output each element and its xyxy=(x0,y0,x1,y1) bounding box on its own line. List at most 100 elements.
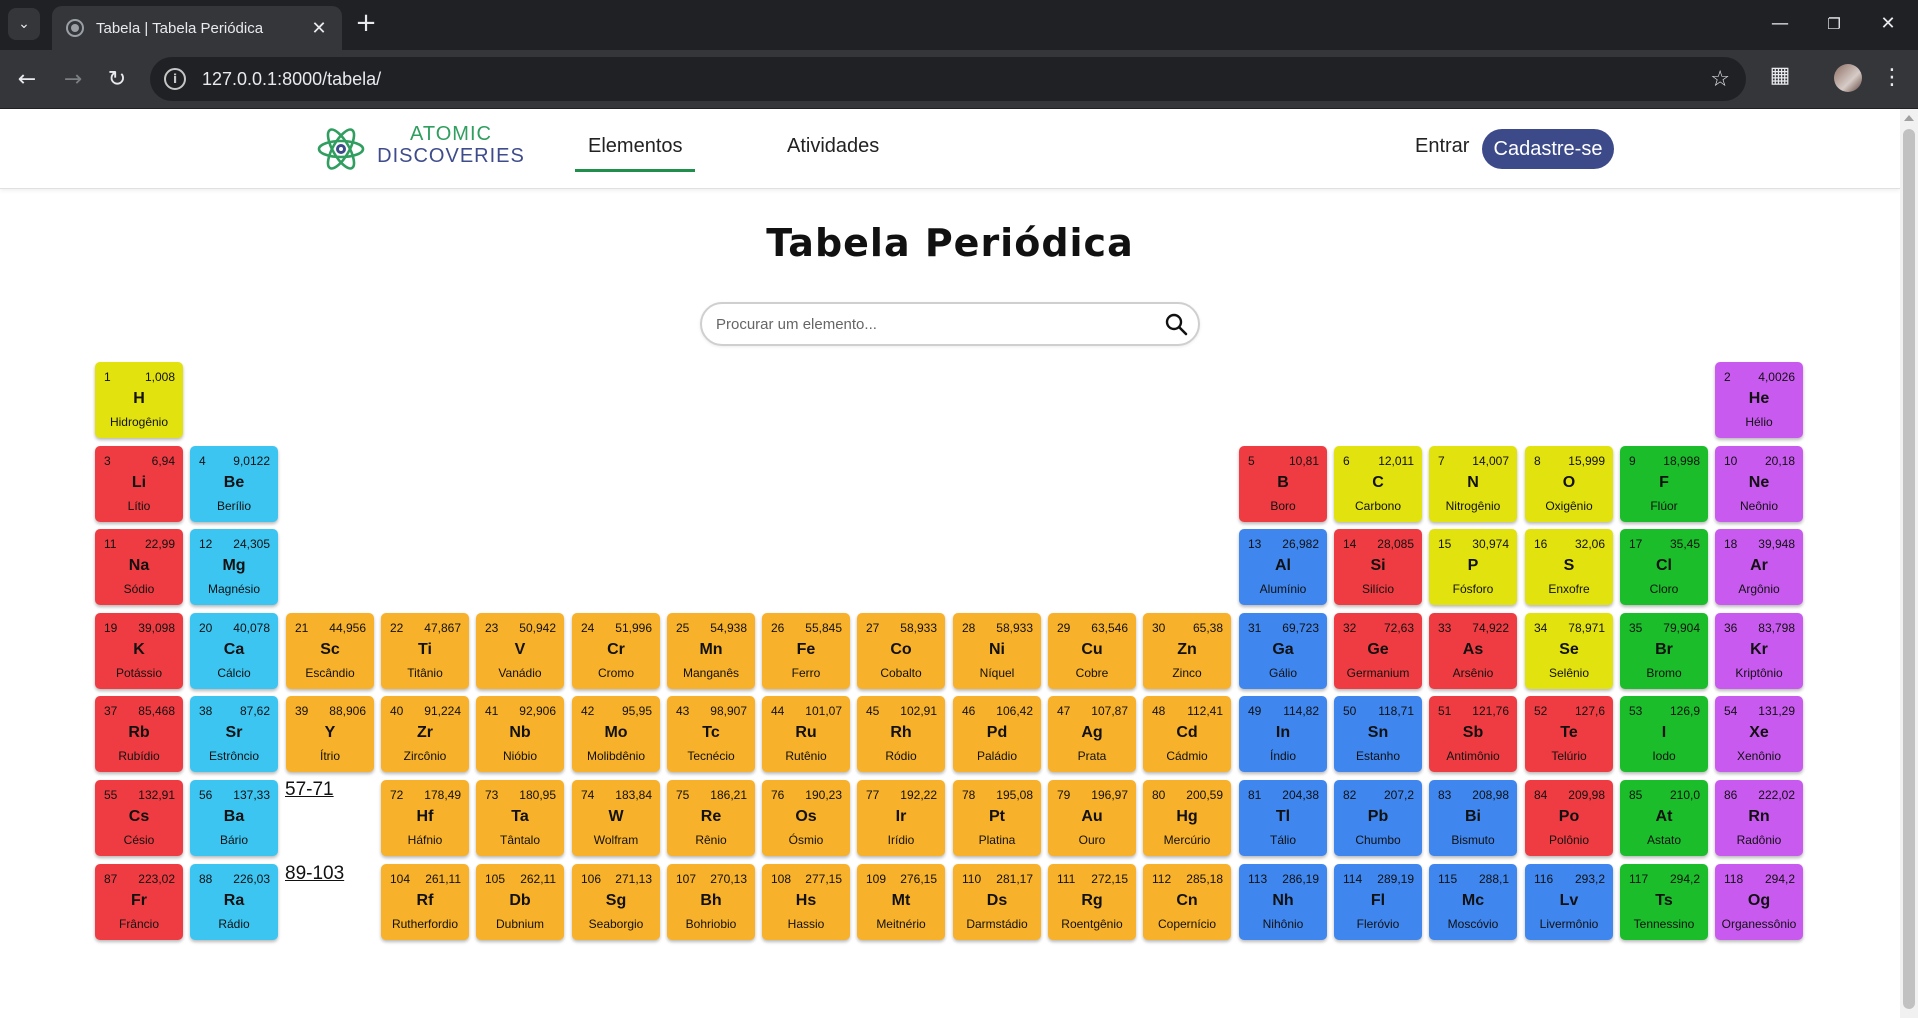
element-lv[interactable]: 116 293,2 Lv Livermônio xyxy=(1525,864,1613,940)
element-in[interactable]: 49 114,82 In Índio xyxy=(1239,696,1327,772)
element-hg[interactable]: 80 200,59 Hg Mercúrio xyxy=(1143,780,1231,856)
element-n[interactable]: 7 14,007 N Nitrogênio xyxy=(1429,446,1517,522)
element-rg[interactable]: 111 272,15 Rg Roentgênio xyxy=(1048,864,1136,940)
element-ag[interactable]: 47 107,87 Ag Prata xyxy=(1048,696,1136,772)
element-ga[interactable]: 31 69,723 Ga Gálio xyxy=(1239,613,1327,689)
element-p[interactable]: 15 30,974 P Fósforo xyxy=(1429,529,1517,605)
element-ne[interactable]: 10 20,18 Ne Neônio xyxy=(1715,446,1803,522)
element-ir[interactable]: 77 192,22 Ir Irídio xyxy=(857,780,945,856)
element-v[interactable]: 23 50,942 V Vanádio xyxy=(476,613,564,689)
element-ti[interactable]: 22 47,867 Ti Titânio xyxy=(381,613,469,689)
element-cs[interactable]: 55 132,91 Cs Césio xyxy=(95,780,183,856)
element-zr[interactable]: 40 91,224 Zr Zircônio xyxy=(381,696,469,772)
scroll-thumb[interactable] xyxy=(1903,129,1915,1009)
element-ds[interactable]: 110 281,17 Ds Darmstádio xyxy=(953,864,1041,940)
element-br[interactable]: 35 79,904 Br Bromo xyxy=(1620,613,1708,689)
actinides-link[interactable]: 89-103 xyxy=(285,863,344,885)
element-y[interactable]: 39 88,906 Y Ítrio xyxy=(286,696,374,772)
plus-icon[interactable]: + xyxy=(352,10,380,38)
element-db[interactable]: 105 262,11 Db Dubnium xyxy=(476,864,564,940)
element-au[interactable]: 79 196,97 Au Ouro xyxy=(1048,780,1136,856)
more-icon[interactable]: ⋮ xyxy=(1880,62,1904,94)
extensions-icon[interactable]: ▦ xyxy=(1766,63,1794,93)
element-sg[interactable]: 106 271,13 Sg Seaborgio xyxy=(572,864,660,940)
element-mn[interactable]: 25 54,938 Mn Manganês xyxy=(667,613,755,689)
element-nb[interactable]: 41 92,906 Nb Nióbio xyxy=(476,696,564,772)
element-h[interactable]: 1 1,008 H Hidrogênio xyxy=(95,362,183,438)
element-sb[interactable]: 51 121,76 Sb Antimônio xyxy=(1429,696,1517,772)
element-rf[interactable]: 104 261,11 Rf Rutherfordio xyxy=(381,864,469,940)
element-se[interactable]: 34 78,971 Se Selênio xyxy=(1525,613,1613,689)
element-nh[interactable]: 113 286,19 Nh Nihônio xyxy=(1239,864,1327,940)
element-tc[interactable]: 43 98,907 Tc Tecnécio xyxy=(667,696,755,772)
element-he[interactable]: 2 4,0026 He Hélio xyxy=(1715,362,1803,438)
element-cr[interactable]: 24 51,996 Cr Cromo xyxy=(572,613,660,689)
element-ta[interactable]: 73 180,95 Ta Tântalo xyxy=(476,780,564,856)
profile-avatar[interactable] xyxy=(1834,64,1862,92)
element-pb[interactable]: 82 207,2 Pb Chumbo xyxy=(1334,780,1422,856)
close-icon[interactable]: ✕ xyxy=(308,18,330,39)
element-xe[interactable]: 54 131,29 Xe Xenônio xyxy=(1715,696,1803,772)
forward-icon[interactable]: → xyxy=(56,63,90,97)
element-pt[interactable]: 78 195,08 Pt Platina xyxy=(953,780,1041,856)
reload-icon[interactable]: ↻ xyxy=(100,63,134,97)
element-ni[interactable]: 28 58,933 Ni Níquel xyxy=(953,613,1041,689)
lanthanides-link[interactable]: 57-71 xyxy=(285,779,334,801)
back-icon[interactable]: ← xyxy=(10,63,44,97)
element-as[interactable]: 33 74,922 As Arsênio xyxy=(1429,613,1517,689)
url-text[interactable]: 127.0.0.1:8000/tabela/ xyxy=(202,69,381,90)
element-sn[interactable]: 50 118,71 Sn Estanho xyxy=(1334,696,1422,772)
element-i[interactable]: 53 126,9 I Iodo xyxy=(1620,696,1708,772)
element-tl[interactable]: 81 204,38 Tl Tálio xyxy=(1239,780,1327,856)
element-cd[interactable]: 48 112,41 Cd Cádmio xyxy=(1143,696,1231,772)
element-re[interactable]: 75 186,21 Re Rênio xyxy=(667,780,755,856)
browser-tab[interactable]: Tabela | Tabela Periódica ✕ xyxy=(52,6,342,50)
element-f[interactable]: 9 18,998 F Flúor xyxy=(1620,446,1708,522)
element-ar[interactable]: 18 39,948 Ar Argônio xyxy=(1715,529,1803,605)
star-icon[interactable]: ☆ xyxy=(1710,67,1730,92)
address-bar[interactable]: i 127.0.0.1:8000/tabela/ ☆ xyxy=(150,57,1746,101)
element-fr[interactable]: 87 223,02 Fr Frâncio xyxy=(95,864,183,940)
element-rh[interactable]: 45 102,91 Rh Ródio xyxy=(857,696,945,772)
element-na[interactable]: 11 22,99 Na Sódio xyxy=(95,529,183,605)
element-bh[interactable]: 107 270,13 Bh Bohriobio xyxy=(667,864,755,940)
element-zn[interactable]: 30 65,38 Zn Zinco xyxy=(1143,613,1231,689)
element-li[interactable]: 3 6,94 Li Lítio xyxy=(95,446,183,522)
element-b[interactable]: 5 10,81 B Boro xyxy=(1239,446,1327,522)
element-rb[interactable]: 37 85,468 Rb Rubídio xyxy=(95,696,183,772)
element-mt[interactable]: 109 276,15 Mt Meitnério xyxy=(857,864,945,940)
element-fe[interactable]: 26 55,845 Fe Ferro xyxy=(762,613,850,689)
element-k[interactable]: 19 39,098 K Potássio xyxy=(95,613,183,689)
element-hf[interactable]: 72 178,49 Hf Háfnio xyxy=(381,780,469,856)
element-s[interactable]: 16 32,06 S Enxofre xyxy=(1525,529,1613,605)
element-ca[interactable]: 20 40,078 Ca Cálcio xyxy=(190,613,278,689)
element-ra[interactable]: 88 226,03 Ra Rádio xyxy=(190,864,278,940)
element-mg[interactable]: 12 24,305 Mg Magnésio xyxy=(190,529,278,605)
element-cu[interactable]: 29 63,546 Cu Cobre xyxy=(1048,613,1136,689)
element-ge[interactable]: 32 72,63 Ge Germanium xyxy=(1334,613,1422,689)
element-os[interactable]: 76 190,23 Os Ósmio xyxy=(762,780,850,856)
element-o[interactable]: 8 15,999 O Oxigênio xyxy=(1525,446,1613,522)
element-hs[interactable]: 108 277,15 Hs Hassio xyxy=(762,864,850,940)
restore-icon[interactable]: ❐ xyxy=(1814,10,1854,38)
site-info-icon[interactable]: i xyxy=(164,68,186,90)
element-sc[interactable]: 21 44,956 Sc Escândio xyxy=(286,613,374,689)
element-co[interactable]: 27 58,933 Co Cobalto xyxy=(857,613,945,689)
element-ts[interactable]: 117 294,2 Ts Tennessino xyxy=(1620,864,1708,940)
element-cn[interactable]: 112 285,18 Cn Copernício xyxy=(1143,864,1231,940)
page-scrollbar[interactable] xyxy=(1900,109,1918,1018)
element-w[interactable]: 74 183,84 W Wolfram xyxy=(572,780,660,856)
element-ba[interactable]: 56 137,33 Ba Bário xyxy=(190,780,278,856)
scroll-up-icon[interactable] xyxy=(1904,115,1914,121)
element-po[interactable]: 84 209,98 Po Polônio xyxy=(1525,780,1613,856)
element-rn[interactable]: 86 222,02 Rn Radônio xyxy=(1715,780,1803,856)
element-te[interactable]: 52 127,6 Te Telúrio xyxy=(1525,696,1613,772)
element-be[interactable]: 4 9,0122 Be Berílio xyxy=(190,446,278,522)
tab-list-icon[interactable]: ⌄ xyxy=(8,8,40,40)
element-ru[interactable]: 44 101,07 Ru Rutênio xyxy=(762,696,850,772)
element-sr[interactable]: 38 87,62 Sr Estrôncio xyxy=(190,696,278,772)
element-c[interactable]: 6 12,011 C Carbono xyxy=(1334,446,1422,522)
element-kr[interactable]: 36 83,798 Kr Kriptônio xyxy=(1715,613,1803,689)
element-mc[interactable]: 115 288,1 Mc Moscóvio xyxy=(1429,864,1517,940)
element-cl[interactable]: 17 35,45 Cl Cloro xyxy=(1620,529,1708,605)
